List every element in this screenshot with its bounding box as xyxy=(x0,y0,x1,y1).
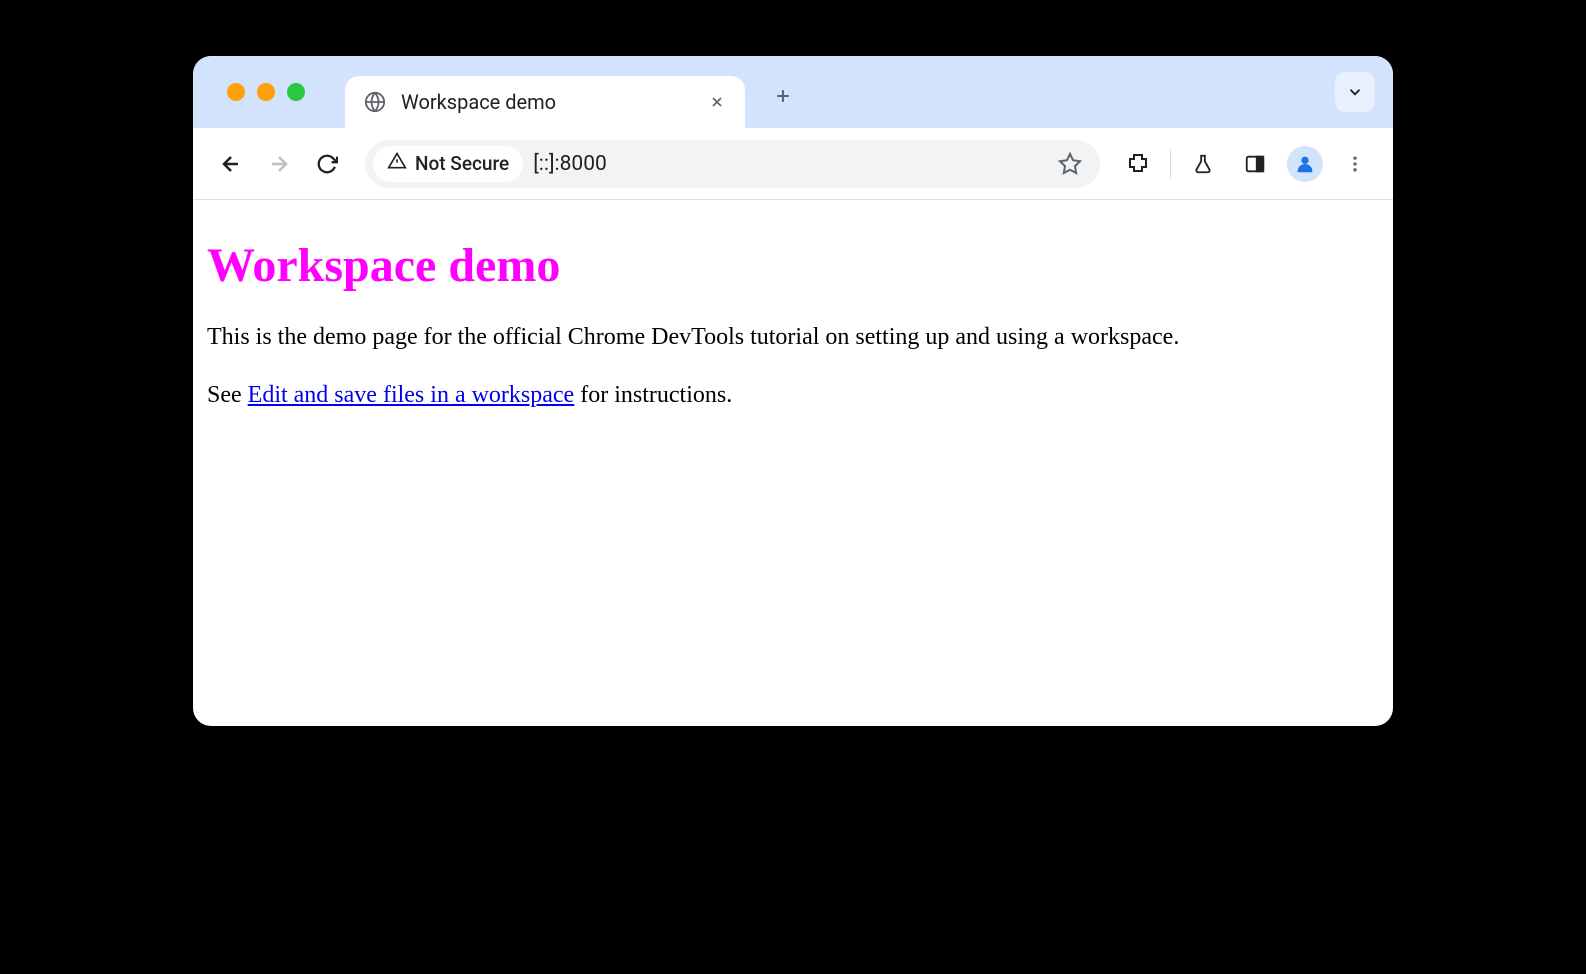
forward-button[interactable] xyxy=(259,144,299,184)
labs-button[interactable] xyxy=(1183,144,1223,184)
toolbar-right xyxy=(1118,144,1375,184)
minimize-window-button[interactable] xyxy=(257,83,275,101)
tab-strip: Workspace demo xyxy=(193,56,1393,128)
tab-title: Workspace demo xyxy=(401,90,693,114)
toolbar: Not Secure [::]:8000 xyxy=(193,128,1393,200)
security-label: Not Secure xyxy=(415,152,509,175)
page-heading: Workspace demo xyxy=(207,238,1379,293)
tab-search-button[interactable] xyxy=(1335,72,1375,112)
new-tab-button[interactable] xyxy=(765,78,801,114)
menu-button[interactable] xyxy=(1335,144,1375,184)
browser-tab[interactable]: Workspace demo xyxy=(345,76,745,128)
window-controls xyxy=(227,83,305,101)
paragraph-text-after: for instructions. xyxy=(574,382,732,408)
url-text: [::]:8000 xyxy=(533,152,1042,176)
page-paragraph-2: See Edit and save files in a workspace f… xyxy=(207,379,1379,411)
side-panel-button[interactable] xyxy=(1235,144,1275,184)
close-tab-button[interactable] xyxy=(707,92,727,112)
bookmark-button[interactable] xyxy=(1052,146,1088,182)
extensions-button[interactable] xyxy=(1118,144,1158,184)
warning-icon xyxy=(387,151,407,176)
instructions-link[interactable]: Edit and save files in a workspace xyxy=(248,382,575,408)
security-chip[interactable]: Not Secure xyxy=(373,146,523,182)
back-button[interactable] xyxy=(211,144,251,184)
browser-window: Workspace demo xyxy=(193,56,1393,726)
toolbar-separator xyxy=(1170,150,1171,178)
reload-button[interactable] xyxy=(307,144,347,184)
maximize-window-button[interactable] xyxy=(287,83,305,101)
globe-icon xyxy=(363,90,387,114)
page-paragraph-1: This is the demo page for the official C… xyxy=(207,321,1379,353)
paragraph-text-before: See xyxy=(207,382,248,408)
close-window-button[interactable] xyxy=(227,83,245,101)
profile-button[interactable] xyxy=(1287,146,1323,182)
page-content: Workspace demo This is the demo page for… xyxy=(193,200,1393,726)
address-bar[interactable]: Not Secure [::]:8000 xyxy=(365,140,1100,188)
